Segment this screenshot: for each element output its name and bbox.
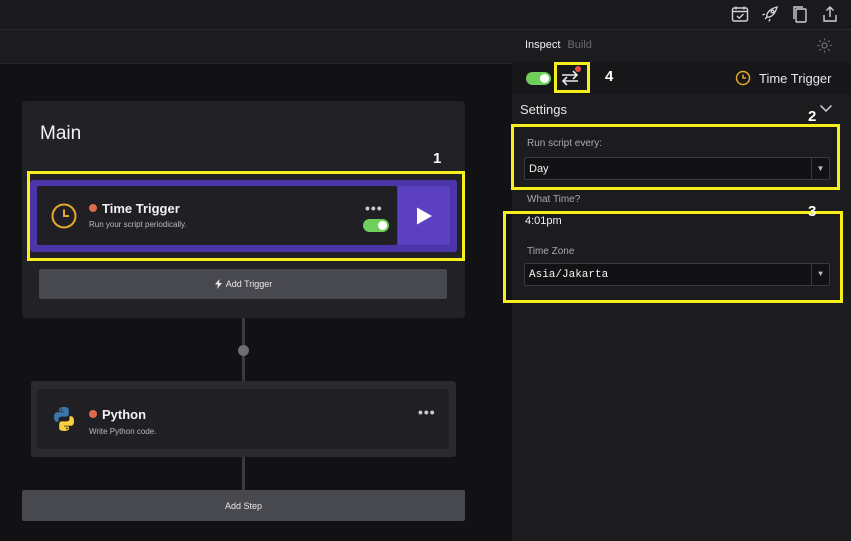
tab-inspect[interactable]: Inspect: [525, 39, 560, 51]
add-step-button[interactable]: Add Step: [22, 490, 465, 521]
chevron-down-icon[interactable]: ▼: [811, 264, 829, 285]
annotation-4: 4: [605, 68, 614, 85]
inspector-tabs: Inspect Build: [525, 39, 592, 51]
timezone-value: Asia/Jakarta: [529, 268, 609, 281]
chevron-down-icon[interactable]: [819, 103, 833, 113]
python-menu-icon[interactable]: •••: [418, 405, 436, 419]
clock-icon: [735, 70, 751, 86]
gear-icon[interactable]: [816, 37, 833, 54]
python-description: Write Python code.: [89, 427, 157, 436]
bolt-icon: [214, 279, 222, 289]
todo-icon[interactable]: [729, 3, 751, 25]
settings-label[interactable]: Settings: [520, 102, 567, 117]
timezone-label: Time Zone: [527, 246, 575, 257]
highlight-box-1: [27, 171, 465, 261]
annotation-2: 2: [808, 108, 817, 125]
timezone-select[interactable]: Asia/Jakarta ▼: [524, 263, 830, 286]
highlight-box-4: [554, 62, 590, 93]
share-icon[interactable]: [819, 3, 841, 25]
connector-line: [242, 457, 245, 490]
rocket-icon[interactable]: [759, 3, 781, 25]
annotation-3: 3: [808, 203, 817, 220]
status-dot: [89, 410, 97, 418]
python-title: Python: [102, 407, 147, 422]
tab-build[interactable]: Build: [567, 39, 591, 51]
connector-node[interactable]: [238, 345, 249, 356]
run-every-value: Day: [529, 162, 549, 175]
run-every-label: Run script every:: [527, 138, 603, 149]
what-time-label: What Time?: [527, 194, 581, 205]
inspector-title: Time Trigger: [759, 71, 832, 86]
flow-title: Main: [40, 123, 82, 144]
step-enable-toggle[interactable]: [526, 72, 551, 85]
python-icon: [54, 407, 74, 431]
chevron-down-icon[interactable]: ▼: [811, 158, 829, 179]
add-trigger-button[interactable]: Add Trigger: [39, 269, 447, 299]
copy-icon[interactable]: [789, 3, 811, 25]
run-every-select[interactable]: Day ▼: [524, 157, 830, 180]
annotation-1: 1: [433, 150, 442, 167]
add-step-label: Add Step: [224, 500, 263, 511]
top-toolbar: [0, 0, 851, 30]
highlight-box-3: [503, 211, 843, 303]
add-trigger-label: Add Trigger: [225, 279, 273, 289]
canvas-toolbar: [0, 30, 512, 64]
python-step-body[interactable]: [37, 389, 449, 449]
